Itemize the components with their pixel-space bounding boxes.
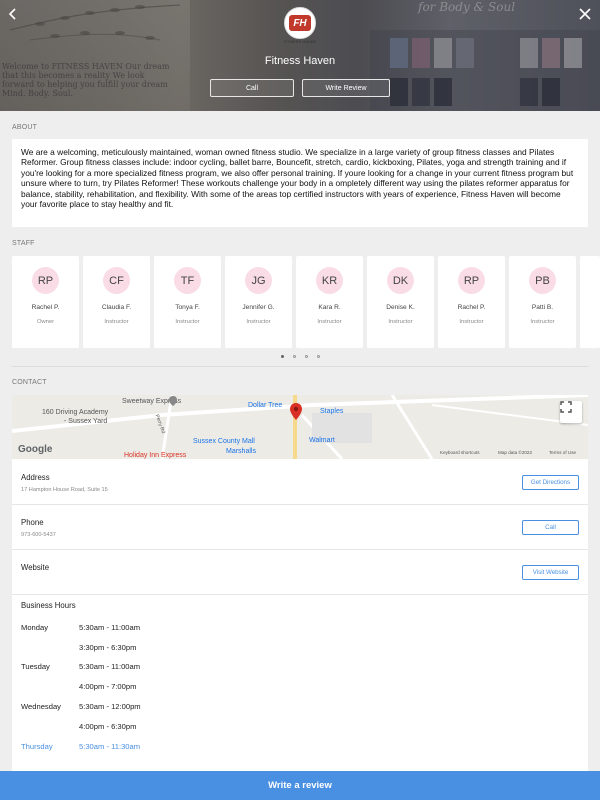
business-name-title: Fitness Haven xyxy=(264,55,336,67)
phone-label: Phone xyxy=(21,518,44,527)
staff-card-partial[interactable] xyxy=(580,256,600,348)
pagination-dot[interactable] xyxy=(317,355,320,358)
map-fullscreen-button[interactable] xyxy=(560,401,582,423)
get-directions-button[interactable]: Get Directions xyxy=(522,475,579,490)
map-label-holiday-inn: Holiday Inn Express xyxy=(124,452,187,459)
staff-role: Instructor xyxy=(246,319,271,325)
address-label: Address xyxy=(21,473,50,482)
fullscreen-icon xyxy=(560,401,572,413)
staff-name: Denise K. xyxy=(386,304,415,311)
avatar: RP xyxy=(458,267,485,294)
about-card: We are a welcoming, meticulously maintai… xyxy=(12,139,588,227)
phone-value: 973-600-5437 xyxy=(21,532,56,538)
staff-name: Kara R. xyxy=(318,304,341,311)
header-hero: Welcome to FITNESS HAVEN Our dream that … xyxy=(0,0,600,111)
avatar: KR xyxy=(316,267,343,294)
staff-role: Instructor xyxy=(317,319,342,325)
hours-day-today: Thursday xyxy=(21,742,53,751)
hours-time-today: 5:30am - 11:30am xyxy=(79,742,141,751)
business-logo: FH xyxy=(284,7,316,39)
staff-role: Owner xyxy=(36,319,55,325)
staff-card[interactable]: RP Rachel P. Owner xyxy=(12,256,79,348)
staff-name: Claudia F. xyxy=(101,304,132,311)
staff-carousel[interactable]: RP Rachel P. Owner CF Claudia F. Instruc… xyxy=(12,256,600,348)
pagination-dot[interactable] xyxy=(305,355,308,358)
about-section-label: ABOUT xyxy=(12,124,38,131)
hours-time: 5:30am - 11:00am xyxy=(79,623,141,632)
staff-role: Instructor xyxy=(104,319,129,325)
section-divider xyxy=(12,366,588,367)
staff-role: Instructor xyxy=(175,319,200,325)
phone-row: Phone 973-600-5437 Call xyxy=(12,505,588,550)
staff-name: Patti B. xyxy=(531,304,554,311)
hours-time: 4:00pm - 6:30pm xyxy=(79,722,137,731)
contact-card: Sweetway Express 160 Driving Academy - S… xyxy=(12,395,588,775)
logo-caption: FITNESS HAVEN xyxy=(283,39,317,44)
back-arrow-icon[interactable] xyxy=(6,7,20,21)
staff-card[interactable]: JG Jennifer G. Instructor xyxy=(225,256,292,348)
google-logo: Google xyxy=(18,444,53,455)
map-label-marshalls: Marshalls xyxy=(226,448,256,455)
address-row: Address 17 Hampton House Road, Suite 15 … xyxy=(12,460,588,505)
map-label-walmart: Walmart xyxy=(309,437,335,444)
map-poi-icon xyxy=(169,396,177,406)
hours-day: Wednesday xyxy=(21,702,61,711)
hours-day: Tuesday xyxy=(21,662,50,671)
pagination-dot[interactable] xyxy=(293,355,296,358)
staff-card[interactable]: RP Rachel P. Instructor xyxy=(438,256,505,348)
avatar: RP xyxy=(32,267,59,294)
phone-call-button[interactable]: Call xyxy=(522,520,579,535)
hours-time: 5:30am - 12:00pm xyxy=(79,702,141,711)
map-keyboard-shortcuts-link[interactable]: Keyboard shortcuts xyxy=(440,450,480,455)
close-icon[interactable] xyxy=(578,7,592,21)
avatar: DK xyxy=(387,267,414,294)
business-hours-title: Business Hours xyxy=(21,601,76,610)
visit-website-button[interactable]: Visit Website xyxy=(522,565,579,580)
address-value: 17 Hampton House Road, Suite 15 xyxy=(21,487,108,493)
avatar: PB xyxy=(529,267,556,294)
staff-card[interactable]: TF Tonya F. Instructor xyxy=(154,256,221,348)
hours-day: Monday xyxy=(21,623,49,632)
hours-time: 4:00pm - 7:00pm xyxy=(79,682,137,691)
carousel-pagination xyxy=(281,355,320,358)
map-terms-link[interactable]: Terms of Use xyxy=(549,450,576,455)
avatar: CF xyxy=(103,267,130,294)
hours-time: 3:30pm - 6:30pm xyxy=(79,643,137,652)
website-row: Website Visit Website xyxy=(12,550,588,595)
website-label: Website xyxy=(21,563,50,572)
contact-section-label: CONTACT xyxy=(12,379,47,386)
write-a-review-button[interactable]: Write a review xyxy=(0,771,600,800)
staff-card[interactable]: CF Claudia F. Instructor xyxy=(83,256,150,348)
location-pin-icon[interactable] xyxy=(290,403,302,420)
pagination-dot[interactable] xyxy=(281,355,284,358)
write-review-button[interactable]: Write Review xyxy=(302,79,390,97)
call-button[interactable]: Call xyxy=(210,79,294,97)
location-map[interactable]: Sweetway Express 160 Driving Academy - S… xyxy=(12,395,588,459)
staff-name: Jennifer G. xyxy=(242,304,275,311)
avatar: TF xyxy=(174,267,201,294)
map-label-driving-academy: 160 Driving Academy xyxy=(42,409,109,416)
staff-card[interactable]: KR Kara R. Instructor xyxy=(296,256,363,348)
map-label-dollar-tree: Dollar Tree xyxy=(248,402,283,409)
staff-name: Rachel P. xyxy=(31,304,60,311)
staff-card[interactable]: DK Denise K. Instructor xyxy=(367,256,434,348)
hours-time: 5:30am - 11:00am xyxy=(79,662,141,671)
logo-mark-icon: FH xyxy=(289,15,311,31)
staff-name: Rachel P. xyxy=(457,304,486,311)
staff-card[interactable]: PB Patti B. Instructor xyxy=(509,256,576,348)
map-label-staples: Staples xyxy=(320,408,344,415)
staff-role: Instructor xyxy=(530,319,555,325)
staff-section-label: STAFF xyxy=(12,240,35,247)
avatar: JG xyxy=(245,267,272,294)
map-data-credit: Map data ©2022 xyxy=(498,450,533,455)
map-label-sussex-mall: Sussex County Mall xyxy=(193,438,255,445)
staff-name: Tonya F. xyxy=(175,304,200,311)
staff-role: Instructor xyxy=(388,319,413,325)
staff-role: Instructor xyxy=(459,319,484,325)
about-text: We are a welcoming, meticulously maintai… xyxy=(21,147,574,210)
map-label-sussex-yard: - Sussex Yard xyxy=(64,418,108,425)
